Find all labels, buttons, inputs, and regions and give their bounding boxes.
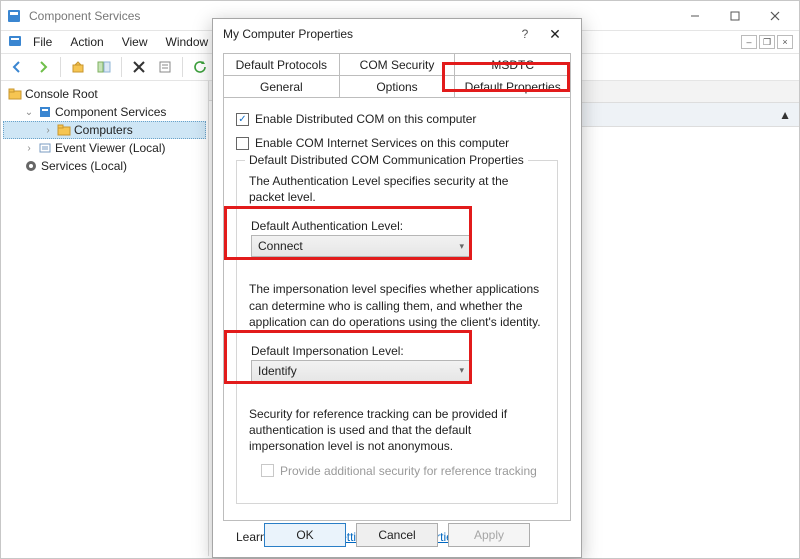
tab-com-security[interactable]: COM Security [340, 53, 456, 75]
mdi-close-button[interactable]: × [777, 35, 793, 49]
tab-msdtc[interactable]: MSDTC [455, 53, 571, 75]
imp-level-label: Default Impersonation Level: [251, 344, 543, 358]
component-services-icon [37, 104, 53, 120]
menu-view[interactable]: View [114, 33, 156, 51]
checkbox-label: Enable Distributed COM on this computer [255, 112, 476, 126]
show-hide-tree-button[interactable] [92, 55, 116, 79]
event-viewer-icon [37, 140, 53, 156]
expander-icon[interactable]: › [23, 143, 35, 154]
expander-icon[interactable]: ⌄ [23, 107, 35, 118]
tree-label: Computers [74, 123, 133, 137]
services-icon [23, 158, 39, 174]
ok-button[interactable]: OK [264, 523, 346, 547]
tab-default-properties[interactable]: Default Properties [455, 75, 571, 97]
tab-default-protocols[interactable]: Default Protocols [223, 53, 340, 75]
properties-dialog: My Computer Properties ? ✕ Default Proto… [212, 18, 582, 558]
tree-event-viewer[interactable]: › Event Viewer (Local) [3, 139, 206, 157]
tree-pane: Console Root ⌄ Component Services › Comp… [1, 81, 209, 556]
tabs: Default Protocols COM Security MSDTC Gen… [213, 49, 581, 521]
group-legend: Default Distributed COM Communication Pr… [245, 153, 528, 167]
dialog-buttons: OK Cancel Apply [213, 523, 581, 547]
up-button[interactable] [66, 55, 90, 79]
tab-options[interactable]: Options [340, 75, 456, 97]
checkbox-icon [236, 137, 249, 150]
dialog-close-button[interactable]: ✕ [539, 26, 571, 43]
dialog-title: My Computer Properties [223, 27, 511, 41]
tab-general[interactable]: General [223, 75, 340, 97]
window-controls [675, 2, 795, 30]
auth-description: The Authentication Level specifies secur… [249, 173, 545, 205]
tree-label: Component Services [55, 105, 166, 119]
tree-label: Console Root [25, 87, 98, 101]
checkbox-label: Provide additional security for referenc… [280, 463, 537, 479]
dcom-properties-group: Default Distributed COM Communication Pr… [236, 160, 558, 504]
tree-computers[interactable]: › Computers [3, 121, 206, 139]
imp-level-combo[interactable]: Identify ▾ [251, 360, 471, 382]
mdi-minimize-button[interactable]: – [741, 35, 757, 49]
menu-file[interactable]: File [25, 33, 60, 51]
app-icon [5, 7, 23, 25]
tree-component-services[interactable]: ⌄ Component Services [3, 103, 206, 121]
combo-value: Identify [258, 364, 297, 378]
maximize-button[interactable] [715, 2, 755, 30]
mdi-controls: – ❐ × [741, 35, 793, 49]
chevron-down-icon: ▾ [459, 241, 464, 252]
minimize-button[interactable] [675, 2, 715, 30]
tree-console-root[interactable]: Console Root [3, 85, 206, 103]
collapse-icon: ▲ [779, 108, 791, 122]
expander-icon[interactable]: › [42, 125, 54, 136]
properties-button[interactable] [153, 55, 177, 79]
back-button[interactable] [5, 55, 29, 79]
close-button[interactable] [755, 2, 795, 30]
forward-button[interactable] [31, 55, 55, 79]
folder-icon [7, 86, 23, 102]
delete-button[interactable] [127, 55, 151, 79]
mdi-restore-button[interactable]: ❐ [759, 35, 775, 49]
imp-description: The impersonation level specifies whethe… [249, 281, 545, 330]
folder-icon [56, 122, 72, 138]
auth-level-label: Default Authentication Level: [251, 219, 543, 233]
enable-cis-checkbox[interactable]: Enable COM Internet Services on this com… [236, 136, 558, 150]
security-description: Security for reference tracking can be p… [249, 406, 545, 455]
mmc-icon [7, 33, 23, 52]
apply-button[interactable]: Apply [448, 523, 530, 547]
dialog-help-button[interactable]: ? [511, 27, 539, 41]
checkbox-label: Enable COM Internet Services on this com… [255, 136, 509, 150]
menu-action[interactable]: Action [62, 33, 111, 51]
enable-dcom-checkbox[interactable]: ✓ Enable Distributed COM on this compute… [236, 112, 558, 126]
tree-label: Services (Local) [41, 159, 127, 173]
auth-level-combo[interactable]: Connect ▾ [251, 235, 471, 257]
ref-tracking-checkbox[interactable]: Provide additional security for referenc… [261, 463, 545, 479]
refresh-button[interactable] [188, 55, 212, 79]
combo-value: Connect [258, 239, 303, 253]
chevron-down-icon: ▾ [459, 365, 464, 376]
tree-services[interactable]: Services (Local) [3, 157, 206, 175]
tree-label: Event Viewer (Local) [55, 141, 166, 155]
checkbox-icon: ✓ [236, 113, 249, 126]
tab-body: ✓ Enable Distributed COM on this compute… [223, 97, 571, 521]
menu-window[interactable]: Window [158, 33, 217, 51]
checkbox-icon [261, 464, 274, 477]
cancel-button[interactable]: Cancel [356, 523, 438, 547]
dialog-titlebar[interactable]: My Computer Properties ? ✕ [213, 19, 581, 49]
